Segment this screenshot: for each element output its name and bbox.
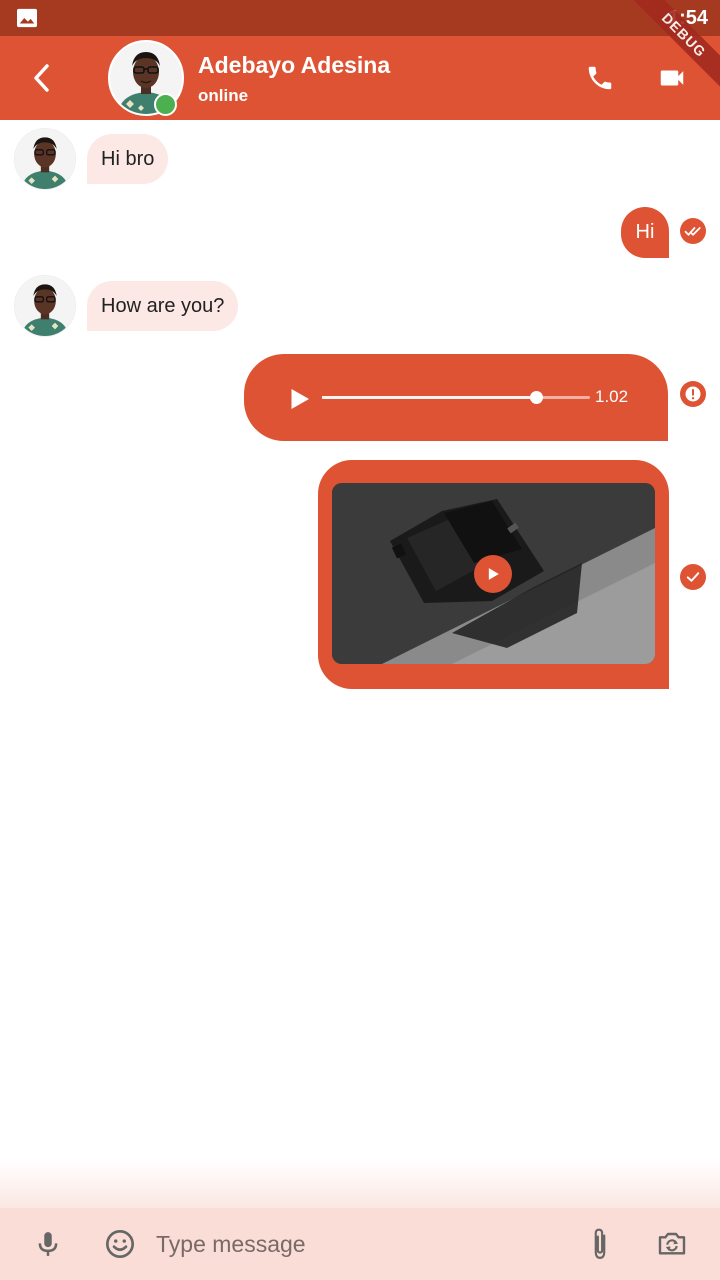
check-icon [686,572,700,582]
attach-button[interactable] [582,1226,618,1262]
audio-duration: 1.02 [595,387,629,406]
audio-seek-bar[interactable] [322,391,590,404]
video-thumbnail[interactable] [332,483,655,664]
status-bar: 1:54 [0,0,720,36]
image-icon [17,8,37,28]
incoming-message-bubble[interactable]: Hi bro [87,134,169,184]
online-indicator [154,93,177,116]
outgoing-message-bubble[interactable]: Hi [621,207,669,258]
phone-icon [588,66,612,90]
person-avatar-image [15,129,75,189]
audio-seek-thumb[interactable] [530,391,544,404]
video-call-button[interactable] [652,58,692,98]
audio-progress [322,396,537,399]
sender-avatar[interactable] [14,128,76,190]
video-play-button[interactable] [474,555,512,593]
incoming-message-bubble[interactable]: How are you? [87,281,239,331]
play-icon [291,389,309,409]
camera-switch-icon [658,1232,686,1255]
message-text: Hi [635,221,655,243]
status-time: 1:54 [667,7,708,29]
chat-header: Adebayo Adesina online [0,36,720,120]
audio-message-bubble[interactable]: 1.02 [244,354,668,441]
chevron-left-icon [34,64,49,92]
contact-name: Adebayo Adesina [198,52,391,78]
message-text: Hi bro [101,147,155,170]
message-status-sent [680,564,706,590]
message-composer [0,1208,720,1280]
done-all-icon [684,227,701,236]
message-status-read [680,218,706,244]
emoji-icon [106,1230,134,1258]
camera-button[interactable] [654,1226,690,1262]
sender-avatar[interactable] [14,275,76,337]
play-icon [488,568,499,580]
message-status-error[interactable] [680,381,706,407]
message-text: How are you? [101,294,225,317]
audio-play-button[interactable] [284,384,314,414]
emoji-button[interactable] [102,1226,138,1262]
video-message-bubble[interactable] [318,460,669,689]
composer-shadow [0,1160,720,1208]
contact-status: online [198,86,249,105]
message-input[interactable] [156,1224,566,1264]
videocam-icon [660,70,684,86]
mic-icon [38,1232,58,1256]
voice-call-button[interactable] [580,58,620,98]
back-button[interactable] [20,56,64,100]
person-avatar-image [15,276,75,336]
attach-icon [594,1228,606,1259]
voice-record-button[interactable] [30,1226,66,1262]
error-icon [685,386,701,402]
